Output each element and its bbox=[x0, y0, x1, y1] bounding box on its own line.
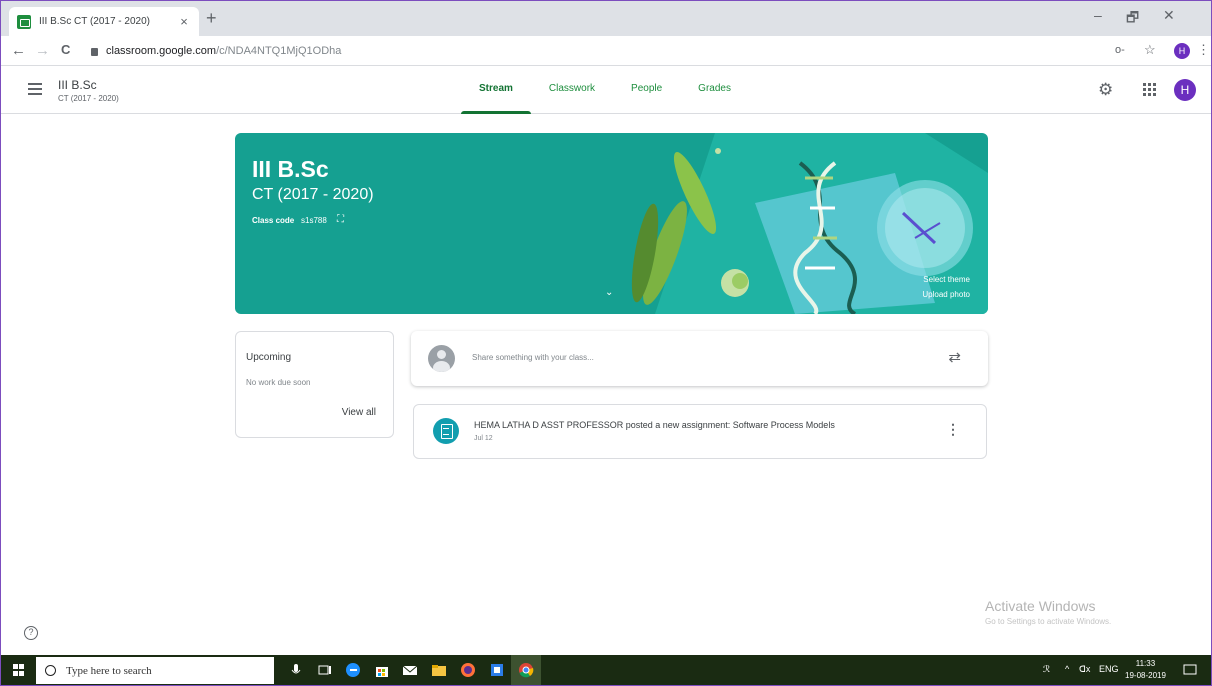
store-icon[interactable] bbox=[374, 662, 390, 678]
share-placeholder[interactable]: Share something with your class... bbox=[472, 353, 594, 362]
file-explorer-icon[interactable] bbox=[431, 662, 447, 678]
upload-photo-link[interactable]: Upload photo bbox=[922, 290, 970, 299]
post-date: Jul 12 bbox=[474, 435, 493, 442]
banner-class-section: CT (2017 - 2020) bbox=[252, 186, 374, 203]
minimize-button[interactable]: – bbox=[1094, 7, 1102, 23]
back-button[interactable]: ← bbox=[11, 42, 26, 59]
select-theme-link[interactable]: Select theme bbox=[923, 275, 970, 284]
share-avatar bbox=[428, 345, 455, 372]
tab-title: III B.Sc CT (2017 - 2020) bbox=[39, 16, 150, 27]
taskbar-search-placeholder: Type here to search bbox=[66, 664, 152, 677]
post-text[interactable]: HEMA LATHA D ASST PROFESSOR posted a new… bbox=[474, 420, 835, 430]
close-window-button[interactable]: ✕ bbox=[1163, 7, 1175, 24]
activate-windows-subtitle: Go to Settings to activate Windows. bbox=[985, 617, 1112, 626]
help-icon[interactable]: ? bbox=[24, 626, 38, 640]
upcoming-card: Upcoming No work due soon View all bbox=[235, 331, 394, 438]
lock-icon bbox=[91, 48, 98, 56]
tab-people[interactable]: People bbox=[613, 67, 680, 114]
microphone-icon[interactable] bbox=[288, 662, 304, 678]
windows-start-icon[interactable] bbox=[13, 664, 25, 676]
upcoming-title: Upcoming bbox=[246, 352, 292, 363]
upcoming-empty-text: No work due soon bbox=[246, 378, 311, 387]
browser-tab[interactable]: III B.Sc CT (2017 - 2020) × bbox=[9, 7, 199, 36]
settings-gear-icon[interactable]: ⚙ bbox=[1098, 80, 1113, 100]
key-icon[interactable]: o- bbox=[1115, 44, 1125, 56]
classroom-header: III B.Sc CT (2017 - 2020) Stream Classwo… bbox=[1, 67, 1211, 114]
chevron-down-icon[interactable]: ⌄ bbox=[605, 287, 613, 298]
view-all-link[interactable]: View all bbox=[342, 407, 376, 418]
browser-toolbar: ← → C classroom.google.com /c/NDA4NTQ1Mj… bbox=[1, 36, 1211, 66]
volume-icon[interactable]: ᗡx bbox=[1079, 664, 1090, 675]
class-banner: III B.Sc CT (2017 - 2020) Class code s1s… bbox=[235, 133, 988, 314]
stream-post[interactable]: HEMA LATHA D ASST PROFESSOR posted a new… bbox=[413, 404, 987, 459]
edge-browser-icon[interactable] bbox=[345, 662, 361, 678]
repost-icon[interactable]: ⇄ bbox=[948, 348, 961, 366]
main-menu-icon[interactable] bbox=[28, 83, 42, 95]
forward-button[interactable]: → bbox=[35, 42, 50, 59]
taskbar-clock[interactable]: 11:33 19-08-2019 bbox=[1125, 658, 1166, 682]
cortana-icon bbox=[45, 665, 56, 676]
share-box[interactable]: Share something with your class... ⇄ bbox=[411, 331, 988, 386]
tab-close-icon[interactable]: × bbox=[177, 14, 191, 29]
language-indicator[interactable]: ENG bbox=[1099, 664, 1119, 674]
tab-strip: III B.Sc CT (2017 - 2020) × + – 🗗 ✕ bbox=[1, 1, 1211, 36]
browser-menu-icon[interactable]: ⋮ bbox=[1197, 42, 1210, 58]
class-code-label: Class code bbox=[252, 216, 295, 225]
address-bar[interactable]: classroom.google.com /c/NDA4NTQ1MjQ1ODha bbox=[91, 40, 1096, 62]
class-title[interactable]: III B.Sc bbox=[58, 78, 97, 92]
assignment-icon bbox=[433, 418, 459, 444]
class-tabs: Stream Classwork People Grades bbox=[461, 67, 749, 114]
firefox-icon[interactable] bbox=[460, 662, 476, 678]
windows-taskbar: Type here to search ℛ ^ ᗡx ENG 11:33 19-… bbox=[1, 655, 1211, 685]
browser-profile-avatar[interactable]: H bbox=[1174, 43, 1190, 59]
restore-button[interactable]: 🗗 bbox=[1126, 7, 1139, 31]
clock-date: 19-08-2019 bbox=[1125, 671, 1166, 680]
activate-windows-title: Activate Windows bbox=[985, 598, 1096, 614]
photos-icon[interactable] bbox=[489, 662, 505, 678]
tab-grades[interactable]: Grades bbox=[680, 67, 749, 114]
url-path: /c/NDA4NTQ1MjQ1ODha bbox=[216, 45, 342, 57]
tab-stream[interactable]: Stream bbox=[461, 67, 531, 114]
class-section: CT (2017 - 2020) bbox=[58, 94, 119, 103]
taskbar-search[interactable]: Type here to search bbox=[36, 657, 274, 684]
user-avatar[interactable]: H bbox=[1174, 79, 1196, 101]
url-host: classroom.google.com bbox=[106, 45, 217, 57]
new-tab-button[interactable]: + bbox=[206, 9, 217, 27]
clock-time: 11:33 bbox=[1135, 659, 1156, 668]
banner-class-title: III B.Sc bbox=[252, 156, 329, 182]
task-view-icon[interactable] bbox=[317, 662, 333, 678]
tab-classwork[interactable]: Classwork bbox=[531, 67, 613, 114]
reload-button[interactable]: C bbox=[61, 42, 70, 57]
bookmark-star-icon[interactable]: ☆ bbox=[1144, 42, 1156, 58]
classroom-favicon-icon bbox=[17, 14, 31, 29]
mail-icon[interactable] bbox=[402, 662, 418, 678]
notification-icon[interactable] bbox=[1182, 662, 1198, 678]
people-icon[interactable]: ℛ bbox=[1043, 664, 1050, 675]
more-options-icon[interactable]: ⋮ bbox=[946, 421, 960, 438]
tray-overflow-icon[interactable]: ^ bbox=[1065, 664, 1069, 674]
google-apps-icon[interactable] bbox=[1143, 83, 1156, 96]
class-code-value: s1s788 bbox=[301, 216, 327, 225]
expand-class-code-icon[interactable]: ⛶ bbox=[337, 214, 344, 225]
chrome-icon[interactable] bbox=[518, 662, 534, 678]
